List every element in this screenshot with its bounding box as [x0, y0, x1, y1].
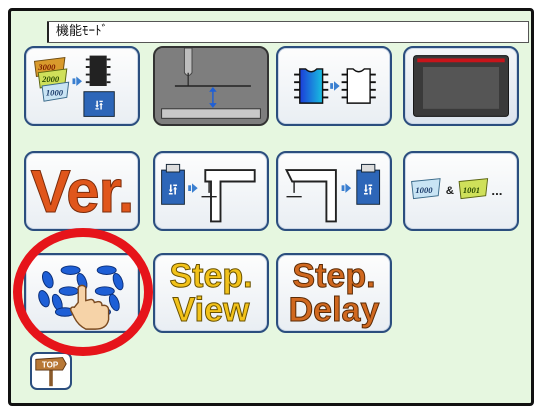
pattern-compare-icon: 1000 & 1001 ... [411, 178, 502, 200]
ellipsis: ... [491, 183, 502, 198]
version-label: Ver. [30, 157, 135, 225]
step-delay-line1: Step. [292, 257, 376, 295]
version-button[interactable]: Ver. [24, 151, 140, 231]
needle-height-button[interactable] [153, 46, 269, 126]
pattern-label-3000: 3000 [37, 62, 56, 72]
memory-copy-icon [294, 68, 376, 104]
step-delay-button[interactable]: Step. Delay [276, 253, 392, 333]
pattern-to-usb-button[interactable]: 3000 2000 1000 ⭿ [24, 46, 140, 126]
top-sign-icon: TOP [35, 357, 67, 387]
usb-to-machine-button[interactable]: ⭿ [153, 151, 269, 231]
pattern-label-2000: 2000 [41, 74, 60, 84]
screen-title: 機能ﾓｰﾄﾞ [47, 21, 529, 43]
svg-text:⭿: ⭿ [95, 98, 104, 113]
top-label: TOP [42, 360, 59, 369]
sewing-machine-to-usb-icon: ⭿ [284, 163, 381, 223]
svg-text:⭿: ⭿ [168, 182, 178, 199]
pattern-label-b: 1001 [463, 185, 480, 195]
panel-display-button[interactable] [403, 46, 519, 126]
memory-copy-button[interactable] [276, 46, 392, 126]
panel-display-icon [413, 55, 509, 117]
needle-height-icon [155, 48, 267, 124]
pattern-label-1000: 1000 [46, 88, 64, 98]
svg-text:⭿: ⭿ [363, 182, 373, 199]
step-view-button[interactable]: Step. View [153, 253, 269, 333]
machine-to-usb-button[interactable]: ⭿ [276, 151, 392, 231]
number-touch-button[interactable] [24, 253, 140, 333]
pattern-compare-button[interactable]: 1000 & 1001 ... [403, 151, 519, 231]
usb-to-sewing-machine-icon: ⭿ [161, 163, 256, 223]
ampersand: & [446, 185, 454, 197]
pattern-label-a: 1000 [415, 185, 433, 195]
top-button[interactable]: TOP [30, 352, 72, 390]
step-view-line1: Step. [169, 257, 253, 295]
pattern-to-usb-icon: 3000 2000 1000 ⭿ [33, 55, 115, 117]
number-touch-icon [38, 265, 124, 330]
step-view-line2: View [172, 291, 250, 329]
step-delay-line2: Delay [288, 291, 380, 329]
